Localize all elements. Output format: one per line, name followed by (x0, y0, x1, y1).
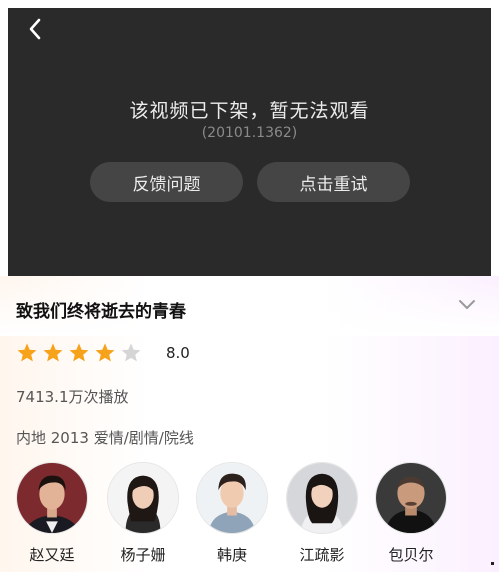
error-code: (20101.1362) (201, 125, 298, 141)
cast-avatar (16, 462, 88, 534)
star-icon (95, 343, 115, 362)
video-player: 该视频已下架，暂无法观看 (20101.1362) 反馈问题 点击重试 (8, 8, 491, 276)
cast-member[interactable]: 赵又廷 (16, 462, 88, 565)
cast-name: 杨子姗 (120, 546, 166, 564)
star-icon (17, 343, 37, 362)
cast-name: 江疏影 (299, 546, 345, 564)
star-icon (43, 343, 63, 362)
unavailable-message: 该视频已下架，暂无法观看 (129, 100, 370, 122)
cast-avatar (375, 462, 447, 534)
rating-score: 8.0 (166, 344, 190, 362)
play-count: 7413.1万次播放 (16, 388, 129, 406)
movie-title: 致我们终将逝去的青春 (16, 302, 186, 322)
rating-stars (16, 342, 142, 364)
cast-member[interactable]: 韩庚 (196, 462, 268, 565)
movie-meta: 内地 2013 爱情/剧情/院线 (16, 429, 194, 447)
corner-dot (491, 562, 494, 565)
movie-info-panel: 致我们终将逝去的青春 8.0 7413.1万次播放 内地 2013 爱情/剧情/… (0, 276, 499, 572)
cast-avatar (286, 462, 358, 534)
star-icon (121, 343, 141, 362)
cast-list: 赵又廷 杨子姗 韩庚 江疏影 包贝尔 (0, 462, 499, 572)
cast-avatar (107, 462, 179, 534)
cast-member[interactable]: 江疏影 (286, 462, 358, 565)
cast-name: 赵又廷 (29, 546, 75, 564)
retry-button[interactable]: 点击重试 (257, 162, 410, 202)
star-icon (69, 343, 89, 362)
cast-member[interactable]: 杨子姗 (107, 462, 179, 565)
cast-avatar (196, 462, 268, 534)
chevron-down-icon[interactable] (456, 296, 478, 312)
back-button[interactable] (20, 14, 50, 44)
cast-member[interactable]: 包贝尔 (375, 462, 447, 565)
feedback-button[interactable]: 反馈问题 (90, 162, 243, 202)
cast-name: 韩庚 (216, 546, 247, 564)
cast-name: 包贝尔 (388, 546, 434, 564)
back-chevron-icon (29, 18, 41, 40)
